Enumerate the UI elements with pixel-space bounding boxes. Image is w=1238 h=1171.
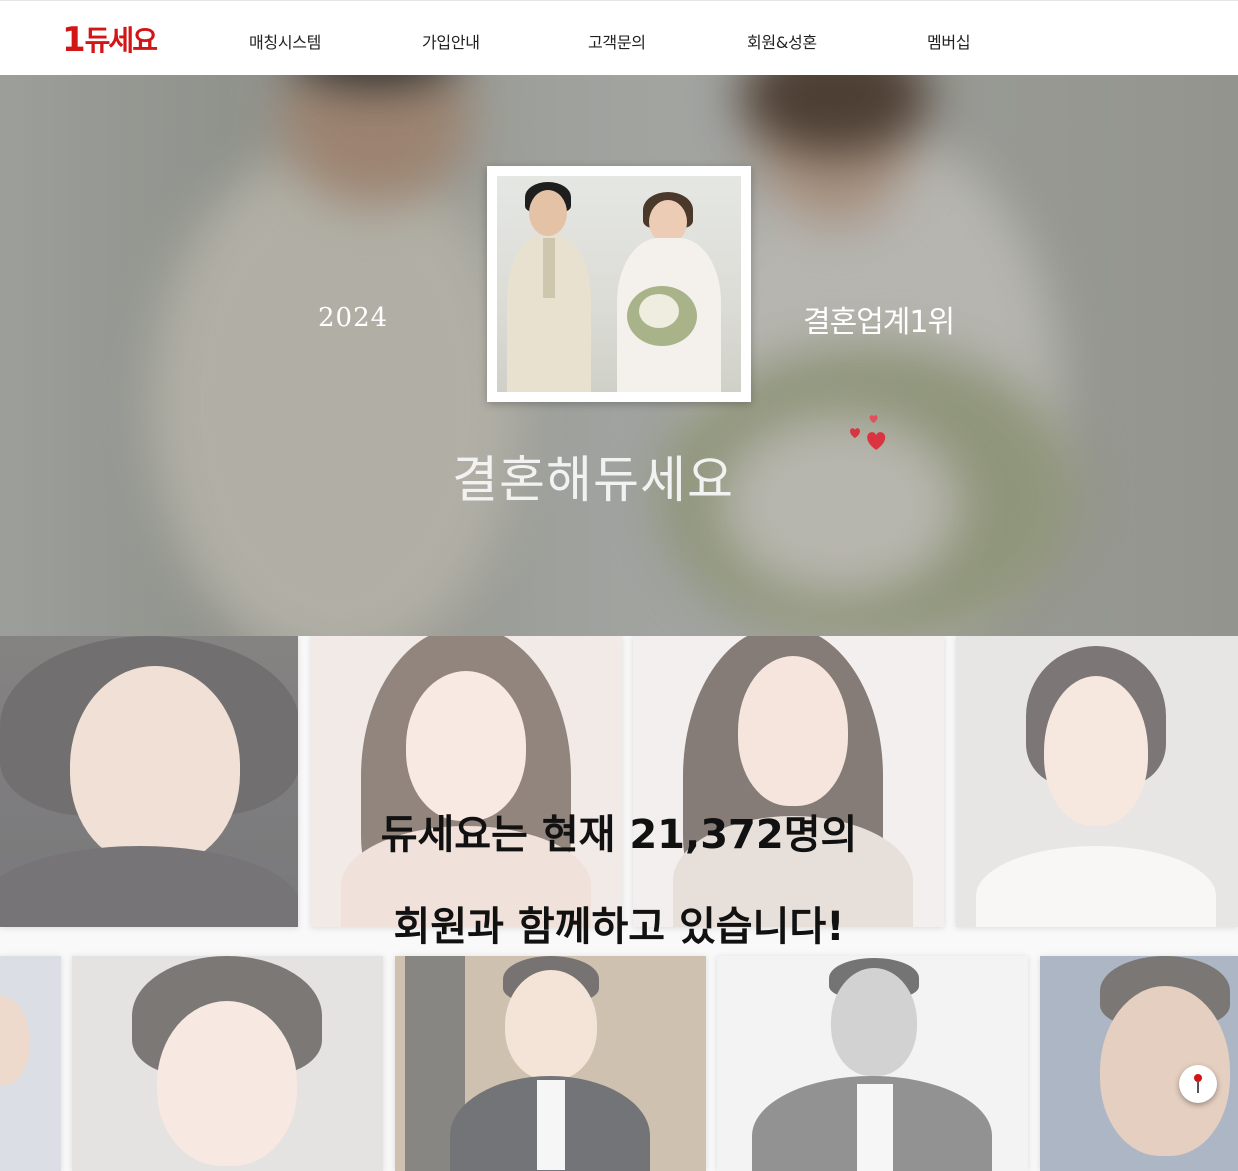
site-header: 1 듀세요 매칭시스템 가입안내 고객문의 회원&성혼 멤버십: [0, 0, 1238, 75]
member-card[interactable]: [72, 956, 383, 1171]
arrow-up-icon: [1194, 1074, 1202, 1093]
member-card[interactable]: [1040, 956, 1238, 1171]
hearts-icon: [850, 415, 886, 450]
member-together-text: 회원과 함께하고 있습니다!: [393, 904, 845, 950]
nav-members-marriage[interactable]: 회원&성혼: [747, 29, 817, 53]
logo-text: 듀세요: [84, 24, 158, 57]
brand-logo[interactable]: 1 듀세요: [62, 20, 158, 60]
member-card[interactable]: [717, 956, 1028, 1171]
logo-number: 1: [62, 20, 86, 60]
couple-photo-frame: [487, 166, 751, 402]
member-card[interactable]: [0, 636, 298, 927]
hero-banner: 2024 결혼업계1위 결혼해듀세요: [0, 75, 1238, 636]
member-card[interactable]: [956, 636, 1238, 927]
nav-customer-inquiry[interactable]: 고객문의: [588, 29, 646, 53]
hero-title: 결혼해듀세요: [452, 451, 734, 509]
member-card[interactable]: [633, 636, 944, 927]
nav-signup-guide[interactable]: 가입안내: [422, 29, 480, 53]
member-card[interactable]: [0, 956, 61, 1171]
member-card[interactable]: [311, 636, 622, 927]
member-card[interactable]: [395, 956, 706, 1171]
hero-rank-text: 결혼업계1위: [803, 305, 955, 340]
nav-membership[interactable]: 멤버십: [927, 29, 971, 53]
scroll-top-button[interactable]: [1179, 1065, 1217, 1103]
members-section: 듀세요는 현재 21,372명의 회원과 함께하고 있습니다!: [0, 636, 1238, 1171]
member-count-text: 듀세요는 현재 21,372명의: [380, 812, 858, 858]
nav-matching-system[interactable]: 매칭시스템: [249, 29, 321, 53]
hero-year: 2024: [318, 303, 389, 333]
couple-photo: [497, 176, 741, 392]
